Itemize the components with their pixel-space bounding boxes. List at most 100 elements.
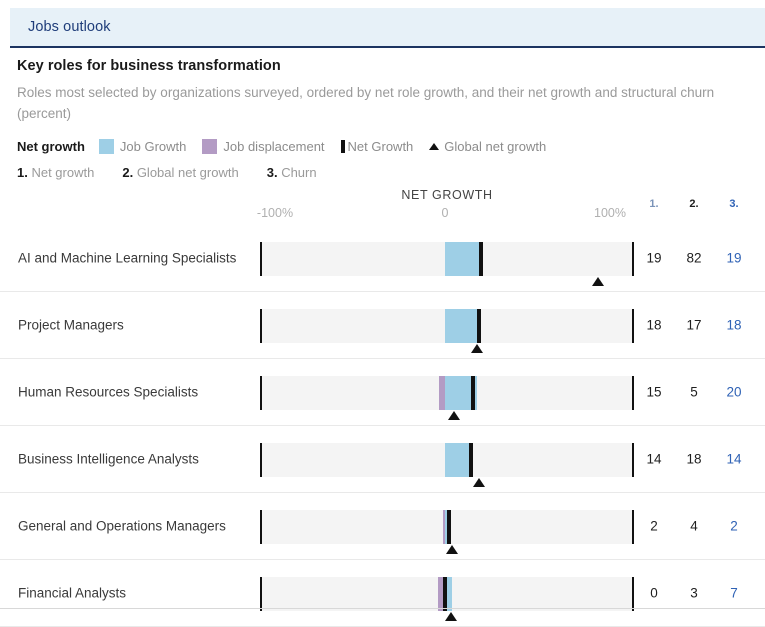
legend-item-job-growth[interactable]: Job Growth <box>99 139 186 154</box>
vertical-bar-icon <box>341 140 345 153</box>
net-growth-marker <box>443 577 447 611</box>
track-end-left <box>260 309 262 343</box>
track-end-right <box>632 309 634 343</box>
numbered-legend-item-3: 3. Churn <box>267 165 317 180</box>
global-net-growth-marker <box>446 545 458 554</box>
track-end-right <box>632 577 634 611</box>
bottom-divider <box>0 608 765 609</box>
triangle-up-icon <box>429 143 439 150</box>
row-label: Business Intelligence Analysts <box>18 450 243 469</box>
value-churn: 7 <box>730 586 738 601</box>
legend-item-label: Net Growth <box>348 139 414 154</box>
legend-item-label: Global net growth <box>444 139 546 154</box>
track-end-left <box>260 577 262 611</box>
value-global_net_growth: 3 <box>690 586 698 601</box>
row-label: General and Operations Managers <box>18 517 243 536</box>
global-net-growth-marker <box>445 612 457 621</box>
value-net_growth: 14 <box>646 452 661 467</box>
global-net-growth-marker <box>592 277 604 286</box>
value-net_growth: 19 <box>646 251 661 266</box>
value-churn: 14 <box>726 452 741 467</box>
chart-row[interactable]: Project Managers 18 17 18 <box>0 292 765 359</box>
value-global_net_growth: 82 <box>686 251 701 266</box>
track-end-left <box>260 443 262 477</box>
chart-row[interactable]: Human Resources Specialists 15 5 20 <box>0 359 765 426</box>
axis-tick-2: 100% <box>594 206 626 220</box>
column-header-global_net_growth: 2. <box>689 198 698 210</box>
axis-title: NET GROWTH <box>260 188 634 202</box>
chart-row[interactable]: AI and Machine Learning Specialists 19 82 1… <box>0 225 765 292</box>
value-net_growth: 0 <box>650 586 658 601</box>
column-header-net_growth: 1. <box>649 198 658 210</box>
net-growth-marker <box>477 309 481 343</box>
value-churn: 2 <box>730 519 738 534</box>
value-net_growth: 15 <box>646 385 661 400</box>
chart-row[interactable]: Business Intelligence Analysts 14 18 14 <box>0 426 765 493</box>
value-churn: 19 <box>726 251 741 266</box>
net-growth-marker <box>447 510 451 544</box>
net-growth-marker <box>469 443 473 477</box>
legend-item-label: Job displacement <box>223 139 324 154</box>
numbered-legend-number: 1. <box>17 165 28 180</box>
numbered-legend-label: Global net growth <box>137 165 239 180</box>
global-net-growth-marker <box>471 344 483 353</box>
row-label: Financial Analysts <box>18 584 243 603</box>
axis-tick-1: 0 <box>442 206 449 220</box>
numbered-legend-item-2: 2. Global net growth <box>122 165 238 180</box>
track-end-left <box>260 376 262 410</box>
square-swatch-icon <box>202 139 217 154</box>
net-growth-marker <box>479 242 483 276</box>
legend-item-job-displacement[interactable]: Job displacement <box>202 139 324 154</box>
chart-row[interactable]: Financial Analysts 0 3 7 <box>0 560 765 627</box>
axis-tick-0: -100% <box>257 206 293 220</box>
row-label: Human Resources Specialists <box>18 383 243 402</box>
track-end-left <box>260 510 262 544</box>
numbered-legend-label: Churn <box>281 165 316 180</box>
row-label: Project Managers <box>18 316 243 335</box>
numbered-legend: 1. Net growth 2. Global net growth 3. Ch… <box>17 165 345 180</box>
value-global_net_growth: 4 <box>690 519 698 534</box>
track-end-right <box>632 242 634 276</box>
row-label: AI and Machine Learning Specialists <box>18 249 243 268</box>
chart-rows: AI and Machine Learning Specialists 19 82 1… <box>0 225 765 627</box>
page-subtitle: Roles most selected by organizations sur… <box>17 82 747 124</box>
net-growth-marker <box>471 376 475 410</box>
jobs-outlook-tab[interactable]: Jobs outlook <box>10 8 765 46</box>
row-track <box>260 443 634 477</box>
value-global_net_growth: 18 <box>686 452 701 467</box>
row-track <box>260 376 634 410</box>
numbered-legend-number: 2. <box>122 165 133 180</box>
track-end-right <box>632 443 634 477</box>
value-net_growth: 2 <box>650 519 658 534</box>
tab-label: Jobs outlook <box>28 19 111 35</box>
row-track <box>260 577 634 611</box>
numbered-legend-label: Net growth <box>31 165 94 180</box>
legend: Net growth Job Growth Job displacement N… <box>17 139 562 154</box>
global-net-growth-marker <box>473 478 485 487</box>
legend-item-label: Job Growth <box>120 139 186 154</box>
row-track <box>260 309 634 343</box>
row-track <box>260 510 634 544</box>
global-net-growth-marker <box>448 411 460 420</box>
chart-row[interactable]: General and Operations Managers 2 4 2 <box>0 493 765 560</box>
tab-underline <box>10 46 765 48</box>
numbered-legend-number: 3. <box>267 165 278 180</box>
value-churn: 20 <box>726 385 741 400</box>
segment-job-growth <box>445 242 482 276</box>
square-swatch-icon <box>99 139 114 154</box>
page-title: Key roles for business transformation <box>17 58 281 74</box>
segment-job-growth <box>445 309 479 343</box>
value-global_net_growth: 5 <box>690 385 698 400</box>
value-churn: 18 <box>726 318 741 333</box>
track-end-left <box>260 242 262 276</box>
track-end-right <box>632 376 634 410</box>
legend-item-global-net-growth[interactable]: Global net growth <box>429 139 546 154</box>
row-track <box>260 242 634 276</box>
legend-item-net-growth[interactable]: Net Growth <box>341 139 414 154</box>
column-header-churn: 3. <box>729 198 738 210</box>
numbered-legend-item-1: 1. Net growth <box>17 165 94 180</box>
track-end-right <box>632 510 634 544</box>
value-global_net_growth: 17 <box>686 318 701 333</box>
value-net_growth: 18 <box>646 318 661 333</box>
legend-title: Net growth <box>17 139 85 154</box>
